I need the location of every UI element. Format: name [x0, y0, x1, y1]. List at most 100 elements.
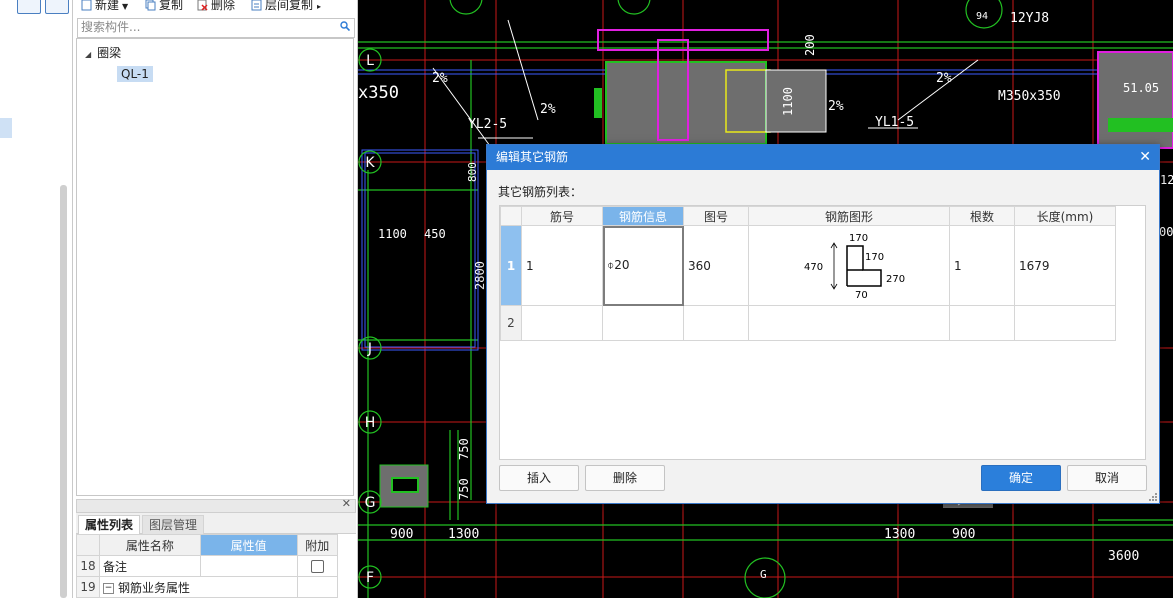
- axis-label-k: K: [365, 155, 375, 171]
- list-view-button[interactable]: [17, 0, 41, 14]
- detail-view-button[interactable]: [45, 0, 69, 14]
- svg-text:170: 170: [865, 252, 884, 263]
- delete-button[interactable]: 删除: [197, 0, 235, 12]
- column-header[interactable]: 图号: [683, 206, 749, 226]
- collapse-triangle-icon[interactable]: ◢: [85, 50, 91, 59]
- shape-no-cell[interactable]: [683, 305, 749, 341]
- column-header[interactable]: 长度(mm): [1014, 206, 1116, 226]
- tab-property-list[interactable]: 属性列表: [78, 515, 141, 534]
- property-panel: ✕ 属性列表 图层管理 属性名称 属性值 附加 18 备注 19 − 钢筋业务属性: [76, 497, 356, 598]
- sidebar-scrollbar[interactable]: [60, 185, 67, 598]
- shape-cell[interactable]: [748, 305, 950, 341]
- cad-text: 12YJ8: [1010, 11, 1049, 26]
- cad-text: 450: [424, 227, 446, 241]
- tree-node-ring-beam[interactable]: ◢ 圈梁: [85, 44, 121, 61]
- left-sidebar: [0, 0, 73, 598]
- column-header[interactable]: 筋号: [521, 206, 603, 226]
- table-row[interactable]: 1 1 ⌽20 360 470 170 170 270 70 1 1679: [500, 225, 1116, 306]
- dropdown-arrow-icon: ▼: [122, 2, 129, 11]
- count-cell[interactable]: 1: [949, 225, 1015, 306]
- rebar-shape-diagram: 470 170 170 270 70: [804, 233, 905, 301]
- sidebar-selected-item[interactable]: [0, 118, 12, 138]
- axis-label-h: H: [365, 415, 376, 431]
- cad-text: 750: [457, 438, 471, 460]
- cad-text: 3600: [1108, 549, 1139, 564]
- tree-node-ql1[interactable]: QL-1: [117, 66, 153, 82]
- cad-text: M350x350: [998, 89, 1061, 104]
- dialog-title-bar: 编辑其它钢筋 ✕: [487, 145, 1159, 170]
- rebar-grid: 筋号 钢筋信息 图号 钢筋图形 根数 长度(mm) 1 1 ⌽20 360 47…: [499, 205, 1146, 460]
- layer-copy-button[interactable]: 层间复制 ▸: [251, 0, 321, 12]
- component-tree: ◢ 圈梁 QL-1: [76, 38, 354, 496]
- dialog-title: 编辑其它钢筋: [496, 150, 569, 164]
- count-cell[interactable]: [949, 305, 1015, 341]
- row-number[interactable]: 1: [500, 225, 522, 306]
- close-icon[interactable]: ✕: [342, 497, 351, 510]
- extra-checkbox[interactable]: [310, 560, 324, 573]
- property-value[interactable]: [199, 555, 298, 577]
- cad-text: 2800: [473, 261, 487, 290]
- table-row[interactable]: 2: [500, 305, 1116, 341]
- cad-text: 2%: [540, 102, 556, 117]
- cad-text: 900: [390, 527, 413, 542]
- rebar-list-label: 其它钢筋列表：: [498, 185, 583, 199]
- new-icon: [81, 0, 92, 11]
- table-row: 18 备注: [76, 555, 339, 577]
- cad-text: G: [760, 568, 767, 581]
- search-input[interactable]: [78, 19, 324, 35]
- collapse-icon[interactable]: −: [102, 582, 114, 594]
- row-number-header: [500, 206, 522, 226]
- svg-text:70: 70: [855, 290, 868, 301]
- bar-no-cell[interactable]: [521, 305, 603, 341]
- axis-label-l: L: [366, 53, 374, 69]
- confirm-button[interactable]: 确定: [981, 465, 1061, 491]
- cad-text: 750: [457, 478, 471, 500]
- column-header[interactable]: 钢筋图形: [748, 206, 950, 226]
- close-icon[interactable]: ✕: [1139, 145, 1151, 170]
- column-header[interactable]: 根数: [949, 206, 1015, 226]
- cad-text: 51.05: [1123, 81, 1159, 95]
- cad-text: 1100: [781, 87, 795, 116]
- prop-value-header: 属性值: [199, 534, 298, 556]
- row-number[interactable]: 2: [500, 305, 522, 341]
- property-name: 备注: [98, 555, 201, 577]
- shape-cell[interactable]: 470 170 170 270 70: [748, 225, 950, 306]
- cad-text: 200: [803, 34, 817, 56]
- rebar-info-cell[interactable]: [602, 305, 684, 341]
- cad-text: x350: [358, 83, 399, 103]
- delete-row-button[interactable]: 删除: [585, 465, 665, 491]
- rebar-info-cell[interactable]: ⌽20: [602, 225, 684, 306]
- svg-text:270: 270: [886, 274, 905, 285]
- row-number: 19: [76, 576, 100, 598]
- cad-text: 2%: [432, 71, 448, 86]
- property-extra: [296, 555, 339, 577]
- cancel-button[interactable]: 取消: [1067, 465, 1147, 491]
- column-header[interactable]: 钢筋信息: [602, 206, 684, 226]
- insert-button[interactable]: 插入: [499, 465, 579, 491]
- tab-layer-management[interactable]: 图层管理: [142, 515, 205, 535]
- search-box: [77, 18, 355, 38]
- cad-text: 1100: [378, 227, 407, 241]
- cad-text: 12: [1160, 173, 1173, 187]
- length-cell[interactable]: 1679: [1014, 225, 1116, 306]
- cad-text: 2%: [936, 71, 952, 86]
- cad-text: 800: [466, 162, 479, 182]
- property-name[interactable]: − 钢筋业务属性: [98, 576, 298, 598]
- copy-button[interactable]: 复制: [145, 0, 183, 12]
- shape-no-cell[interactable]: 360: [683, 225, 749, 306]
- cad-text: 1300: [884, 527, 915, 542]
- property-panel-header: ✕: [76, 497, 356, 513]
- length-cell[interactable]: [1014, 305, 1116, 341]
- bar-no-cell[interactable]: 1: [521, 225, 603, 306]
- prop-extra-header: 附加: [296, 534, 339, 556]
- more-arrow-icon: ▸: [317, 2, 322, 11]
- axis-letters: L K J H G F: [365, 53, 376, 586]
- new-button[interactable]: 新建 ▼: [81, 0, 128, 12]
- property-extra: [296, 576, 339, 598]
- search-icon[interactable]: [340, 21, 350, 31]
- cad-text: 1300: [448, 527, 479, 542]
- table-row: 19 − 钢筋业务属性: [76, 576, 339, 598]
- resize-grip-icon[interactable]: [1149, 493, 1157, 501]
- property-tabs: 属性列表 图层管理: [76, 513, 356, 535]
- axis-label-j: J: [367, 341, 372, 357]
